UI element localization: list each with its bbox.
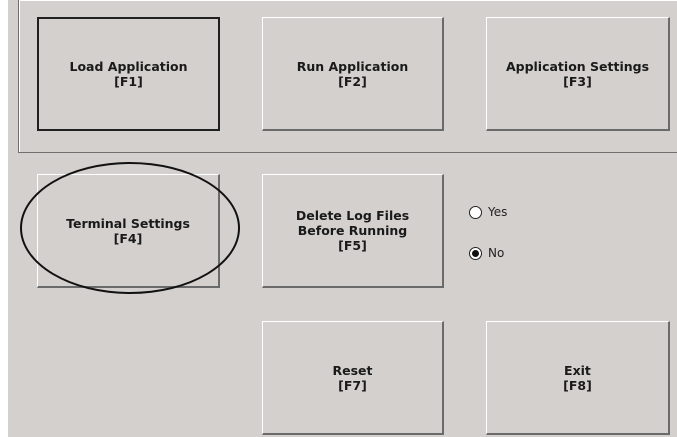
reset-button[interactable]: Reset [F7]: [262, 321, 444, 435]
terminal-settings-button[interactable]: Terminal Settings [F4]: [37, 174, 220, 288]
delete-log-files-label: Delete Log Files Before Running [F5]: [295, 208, 410, 253]
load-application-label: Load Application [F1]: [69, 59, 188, 89]
terminal-settings-label: Terminal Settings [F4]: [66, 215, 190, 246]
delete-logs-no-radio[interactable]: No: [469, 246, 504, 260]
reset-label: Reset [F7]: [332, 362, 373, 393]
exit-button[interactable]: Exit [F8]: [486, 321, 670, 435]
application-settings-label: Application Settings [F3]: [505, 58, 650, 89]
delete-logs-yes-radio[interactable]: Yes: [469, 205, 507, 219]
radio-checked-icon: [469, 246, 482, 260]
delete-log-files-button[interactable]: Delete Log Files Before Running [F5]: [262, 174, 444, 288]
no-label: No: [488, 246, 505, 260]
exit-label: Exit [F8]: [563, 362, 592, 393]
run-application-button[interactable]: Run Application [F2]: [262, 17, 444, 131]
load-application-button[interactable]: Load Application [F1]: [37, 17, 220, 131]
radio-unchecked-icon: [469, 205, 482, 219]
application-settings-button[interactable]: Application Settings [F3]: [486, 17, 670, 131]
yes-label: Yes: [488, 205, 508, 219]
run-application-label: Run Application [F2]: [296, 58, 409, 89]
